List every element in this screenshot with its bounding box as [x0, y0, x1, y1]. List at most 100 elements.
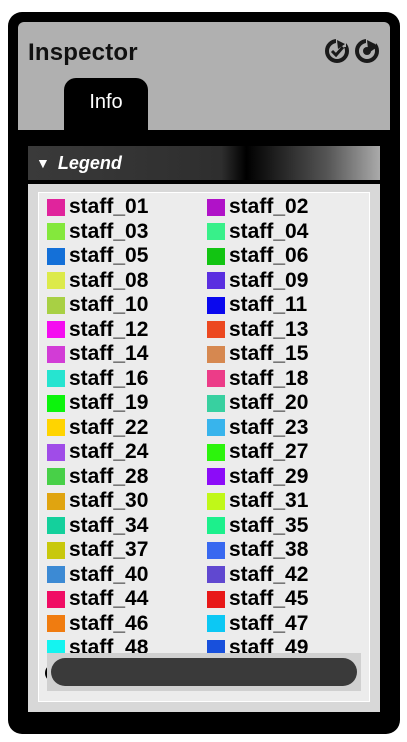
- inspector-title: Inspector: [28, 39, 138, 66]
- legend-item: staff_45: [207, 587, 308, 611]
- legend-item: staff_13: [207, 318, 308, 342]
- legend-swatch: [207, 566, 225, 583]
- legend-label: staff_04: [229, 219, 309, 243]
- legend-swatch: [207, 321, 225, 338]
- legend-swatch: [47, 345, 65, 363]
- legend-swatch: [207, 272, 225, 289]
- legend-swatch: [207, 517, 225, 534]
- legend-label: staff_18: [229, 366, 309, 390]
- legend-label: staff_45: [229, 587, 309, 610]
- legend-item: staff_18: [207, 367, 308, 391]
- legend-swatch: [207, 247, 225, 265]
- legend-swatch: [207, 394, 225, 412]
- legend-swatch: [207, 296, 225, 314]
- legend-label: staff_47: [229, 611, 309, 635]
- legend-label: staff_35: [229, 513, 309, 537]
- legend-swatch: [207, 541, 225, 559]
- legend-swatch: [207, 370, 225, 387]
- legend-item: staff_29: [207, 465, 308, 489]
- legend-swatch: [47, 272, 65, 289]
- legend-item: staff_27: [207, 440, 308, 464]
- legend-title: Legend: [57, 152, 122, 173]
- legend-item: staff_09: [207, 269, 308, 293]
- legend-label: staff_37: [69, 538, 149, 561]
- legend-swatch: [47, 370, 65, 387]
- legend-item: staff_34: [47, 514, 148, 538]
- legend-swatch: [47, 198, 65, 216]
- legend-swatch: [47, 443, 65, 461]
- legend-label: staff_24: [69, 440, 149, 463]
- legend-label: staff_11: [229, 293, 308, 316]
- refresh-icon[interactable]: [324, 38, 350, 64]
- legend-label: staff_23: [229, 415, 309, 439]
- tab-info[interactable]: Info: [64, 78, 148, 130]
- legend-label: staff_34: [69, 513, 149, 537]
- legend-label: staff_01: [69, 195, 149, 218]
- legend-label: staff_03: [69, 219, 149, 243]
- legend-label: staff_46: [69, 611, 149, 635]
- legend-label: staff_14: [69, 342, 149, 365]
- inspector-body: Inspector Info ▼ Legend staff_01 staff_0…: [18, 22, 390, 724]
- legend-item: staff_47: [207, 612, 308, 636]
- legend-label: staff_28: [69, 464, 149, 488]
- legend-item: staff_31: [207, 489, 308, 513]
- legend-item: staff_10: [47, 293, 148, 317]
- legend-swatch: [207, 419, 225, 436]
- legend-item: staff_12: [47, 318, 148, 342]
- legend-item: staff_11: [207, 293, 307, 317]
- legend-item: staff_15: [207, 342, 308, 366]
- legend-swatch: [47, 223, 65, 240]
- legend-label: staff_08: [69, 268, 149, 292]
- legend-label: staff_06: [229, 244, 309, 267]
- legend-label: staff_02: [229, 195, 309, 218]
- legend-label: staff_13: [229, 317, 309, 341]
- inspector-header: Inspector Info: [18, 22, 390, 130]
- legend-label: staff_15: [229, 342, 309, 365]
- legend-swatch: [207, 492, 225, 510]
- legend-swatch: [47, 394, 65, 412]
- legend-swatch: [47, 321, 65, 338]
- legend-item: staff_02: [207, 195, 308, 219]
- settings-icon[interactable]: [354, 38, 380, 64]
- collapse-triangle-icon[interactable]: ▼: [36, 155, 50, 171]
- legend-panel: staff_01 staff_02 staff_03 staff_04 staff_05…: [28, 184, 380, 712]
- legend-item: staff_19: [47, 391, 148, 415]
- legend-item: staff_06: [207, 244, 308, 268]
- legend-item: staff_38: [207, 538, 308, 562]
- legend-item: staff_30: [47, 489, 148, 513]
- legend-swatch: [47, 590, 65, 608]
- legend-item: staff_35: [207, 514, 308, 538]
- legend-item: staff_37: [47, 538, 148, 562]
- legend-label: staff_16: [69, 366, 149, 390]
- legend-swatch: [47, 247, 65, 265]
- legend-item: staff_40: [47, 563, 148, 587]
- legend-item: staff_23: [207, 416, 308, 440]
- legend-swatch: [47, 492, 65, 510]
- legend-item: staff_04: [207, 220, 308, 244]
- legend-label: staff_09: [229, 268, 309, 292]
- legend-swatch: [207, 223, 225, 240]
- legend-swatch: [47, 468, 65, 485]
- horizontal-scrollbar[interactable]: [47, 653, 361, 691]
- legend-item: staff_44: [47, 587, 148, 611]
- legend-item: staff_05: [47, 244, 148, 268]
- legend-item: staff_08: [47, 269, 148, 293]
- legend-swatch: [47, 541, 65, 559]
- legend-swatch: [47, 615, 65, 632]
- legend-section-header[interactable]: ▼ Legend: [28, 146, 380, 180]
- legend-swatch: [207, 615, 225, 632]
- legend-swatch: [47, 517, 65, 534]
- legend-swatch: [47, 566, 65, 583]
- legend-swatch: [47, 296, 65, 314]
- legend-label: staff_40: [69, 562, 149, 586]
- legend-swatch: [207, 468, 225, 485]
- legend-label: staff_38: [229, 538, 309, 561]
- scrollbar-thumb[interactable]: [51, 658, 357, 686]
- legend-label: staff_42: [229, 562, 309, 586]
- legend-label: staff_44: [69, 587, 149, 610]
- legend-item: staff_22: [47, 416, 148, 440]
- legend-item: staff_14: [47, 342, 148, 366]
- legend-list: staff_01 staff_02 staff_03 staff_04 staff_05…: [38, 192, 370, 702]
- legend-label: staff_30: [69, 489, 149, 512]
- legend-swatch: [207, 443, 225, 461]
